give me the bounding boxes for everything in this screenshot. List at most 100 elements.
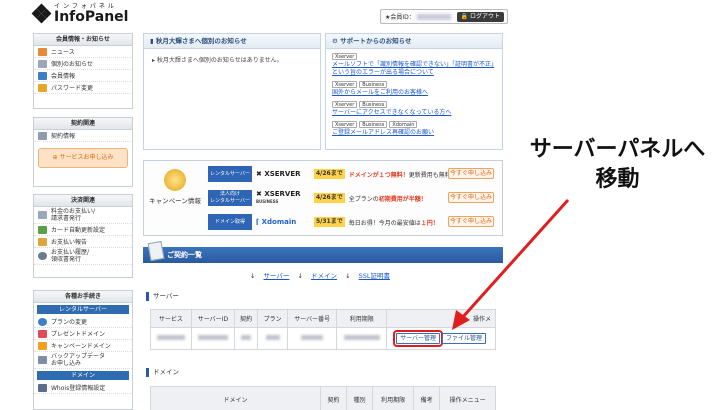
support-link[interactable]: 国外からメールをご利用のお客様へ	[332, 89, 496, 97]
service-apply-button[interactable]: ⊕ サービスお申し込み	[38, 148, 128, 168]
member-id-label: ★会員ID：	[385, 14, 415, 21]
campaign-brand: ✖ XSERVER BUSINESS	[256, 190, 301, 205]
backup-icon	[38, 356, 47, 364]
sidebar-item-member-info[interactable]: 会員情報	[34, 70, 132, 82]
campaign-label-area: キャンペーン情報	[144, 161, 206, 235]
service-tag: Xserver	[332, 101, 358, 108]
service-tag: Business	[359, 81, 388, 88]
apply-now-button[interactable]: 今すぐ申し込み	[448, 168, 494, 179]
key-icon	[38, 83, 47, 92]
column-header: 契約	[234, 309, 259, 328]
column-header: 利用期限	[336, 309, 388, 328]
column-header: 契約	[319, 386, 348, 410]
sidebar-item-payment-report[interactable]: お支払い報告	[34, 236, 132, 248]
column-header: プラン	[257, 309, 288, 328]
campaign-row: レンタルサーバー ✖ XSERVER 4/26まで ドメインが１つ無料！更新費用…	[208, 164, 475, 184]
contract-document-icon	[147, 240, 165, 262]
campaign-row: 法人向け レンタルサーバー ✖ XSERVER BUSINESS 4/26まで 全…	[208, 188, 475, 208]
whois-icon	[38, 383, 47, 392]
report-icon	[38, 237, 47, 246]
individual-notice-title: ▮ 秋月大輝さまへ個別のお知らせ	[144, 34, 320, 49]
sidebar-procedures-title: 各種お手続き	[34, 291, 132, 303]
logo-diamond-icon	[31, 3, 52, 24]
anchor-server-link[interactable]: サーバー	[264, 272, 290, 280]
annotation-text: サーバーパネルへ 移動	[529, 136, 706, 192]
star-icon	[38, 341, 47, 350]
logout-button[interactable]: 🔒 ログアウト	[456, 12, 504, 22]
support-link[interactable]: ご登録メールアドレス再確認のお願い	[332, 129, 496, 137]
sidebar-procedures: 各種お手続き レンタルサーバー プランの変更 プレゼントドメイン キャンペーンド…	[33, 290, 133, 410]
gift-icon	[38, 329, 47, 338]
support-item: Xserver Business 国外からメールをご利用のお客様へ	[332, 81, 496, 97]
sidebar-payment-title: 決済関連	[34, 195, 132, 207]
contract-list-title: ご契約一覧	[167, 251, 202, 259]
service-tag: Xserver	[332, 81, 358, 88]
support-item: Xserver Business サーバーにアクセスできなくなっている方へ	[332, 101, 496, 117]
sidebar-item-news[interactable]: ニュース	[34, 46, 132, 58]
table-row: サーバー管理 ファイル管理	[150, 327, 496, 350]
sidebar-contract: 契約関連 契約情報 ⊕ サービスお申し込み	[33, 117, 133, 187]
sidebar-item-payment-history[interactable]: お支払い履歴/ 領収書発行	[34, 248, 132, 265]
file-manage-button[interactable]: ファイル管理	[441, 333, 486, 344]
sidebar-rental-server-subtitle: レンタルサーバー	[37, 305, 129, 314]
blurred-cell	[190, 327, 236, 350]
anchor-domain-link[interactable]: ドメイン	[311, 272, 337, 280]
support-link[interactable]: サーバーにアクセスできなくなっている方へ	[332, 109, 496, 117]
service-tag: Xserver	[332, 121, 358, 128]
sidebar-payment: 決済関連 料金のお支払い/ 請求書発行 カード自動更新設定 お支払い報告 お支払…	[33, 194, 133, 278]
campaign-date: 5/31まで	[314, 217, 345, 227]
contract-list-header: ご契約一覧	[143, 240, 503, 263]
card-icon	[38, 225, 47, 234]
member-id-value-redacted	[416, 13, 451, 20]
anchor-ssl-link[interactable]: SSL証明書	[359, 272, 390, 280]
support-notice-panel: ⚙ サポートからのお知らせ Xserver メールソフトで「識別情報を確認できな…	[325, 33, 503, 150]
apply-now-button[interactable]: 今すぐ申し込み	[448, 192, 494, 203]
column-header: 種別	[346, 386, 374, 410]
support-item: Xserver メールソフトで「識別情報を確認できない」「証明書が不正」という旨…	[332, 53, 496, 77]
campaign-brand: ✖ XSERVER	[256, 169, 301, 178]
invoice-icon	[38, 211, 47, 219]
clock-icon	[38, 252, 47, 260]
medal-icon	[164, 169, 186, 191]
sidebar-item-whois[interactable]: Whois登録情報設定	[34, 382, 132, 394]
document-icon	[38, 131, 47, 140]
sidebar-item-backup[interactable]: バックアップデータ お申し込み	[34, 352, 132, 369]
column-header: ドメイン	[150, 386, 321, 410]
sidebar-item-password[interactable]: パスワード変更	[34, 82, 132, 94]
server-section-title: サーバー	[146, 292, 179, 301]
contract-anchor-links: ↓ サーバー ↓ ドメイン ↓ SSL証明書	[249, 272, 390, 280]
individual-notice-panel: ▮ 秋月大輝さまへ個別のお知らせ ▸ 秋月大輝さまへ個別のお知らせはありません。	[143, 33, 321, 150]
support-link[interactable]: メールソフトで「識別情報を確認できない」「証明書が不正」という旨のエラーが出る場…	[332, 61, 496, 77]
campaign-date: 4/26まで	[314, 193, 345, 203]
domain-table: ドメイン 契約 種別 利用期限 備考 操作メニュー	[150, 386, 496, 410]
apply-now-button[interactable]: 今すぐ申し込み	[448, 216, 494, 227]
server-manage-button[interactable]: サーバー管理	[393, 330, 444, 347]
operation-cell: サーバー管理 ファイル管理	[386, 327, 496, 350]
sidebar-item-campaign-domain[interactable]: キャンペーンドメイン	[34, 340, 132, 352]
column-header: サーバー番号	[286, 309, 338, 328]
sidebar-item-card-renewal[interactable]: カード自動更新設定	[34, 224, 132, 236]
person-icon	[38, 71, 47, 80]
column-header: サービス	[150, 309, 192, 328]
blurred-cell	[234, 327, 259, 350]
sidebar-item-contract-info[interactable]: 契約情報	[34, 130, 132, 142]
server-table-header: サービス サーバーID 契約 プラン サーバー番号 利用期限 操作メ	[150, 309, 496, 328]
sidebar-item-present-domain[interactable]: プレゼントドメイン	[34, 328, 132, 340]
campaign-category: 法人向け レンタルサーバー	[208, 190, 252, 206]
header: インフォパネル InfoPanel ★会員ID： 🔒 ログアウト	[0, 0, 728, 32]
support-item: Xserver Business Xdomain ご登録メールアドレス再確認のお願い	[332, 121, 496, 137]
server-table: サービス サーバーID 契約 プラン サーバー番号 利用期限 操作メ サーバー管…	[150, 309, 496, 350]
logo-name: InfoPanel	[54, 9, 129, 25]
sidebar-item-plan-change[interactable]: プランの変更	[34, 316, 132, 328]
sidebar-member-info-title: 会員情報・お知らせ	[34, 34, 132, 46]
blurred-cell	[286, 327, 338, 350]
infopanel-logo[interactable]: インフォパネル InfoPanel	[31, 3, 129, 25]
domain-table-header: ドメイン 契約 種別 利用期限 備考 操作メニュー	[150, 386, 496, 410]
news-icon	[38, 47, 47, 56]
sidebar-item-individual-notice[interactable]: 個別のお知らせ	[34, 58, 132, 70]
campaign-date: 4/26まで	[314, 169, 345, 179]
column-header: 操作メ	[386, 309, 496, 328]
sidebar-item-pay-invoice[interactable]: 料金のお支払い/ 請求書発行	[34, 207, 132, 224]
blurred-cell	[150, 327, 192, 350]
support-notice-title: ⚙ サポートからのお知らせ	[326, 34, 502, 49]
